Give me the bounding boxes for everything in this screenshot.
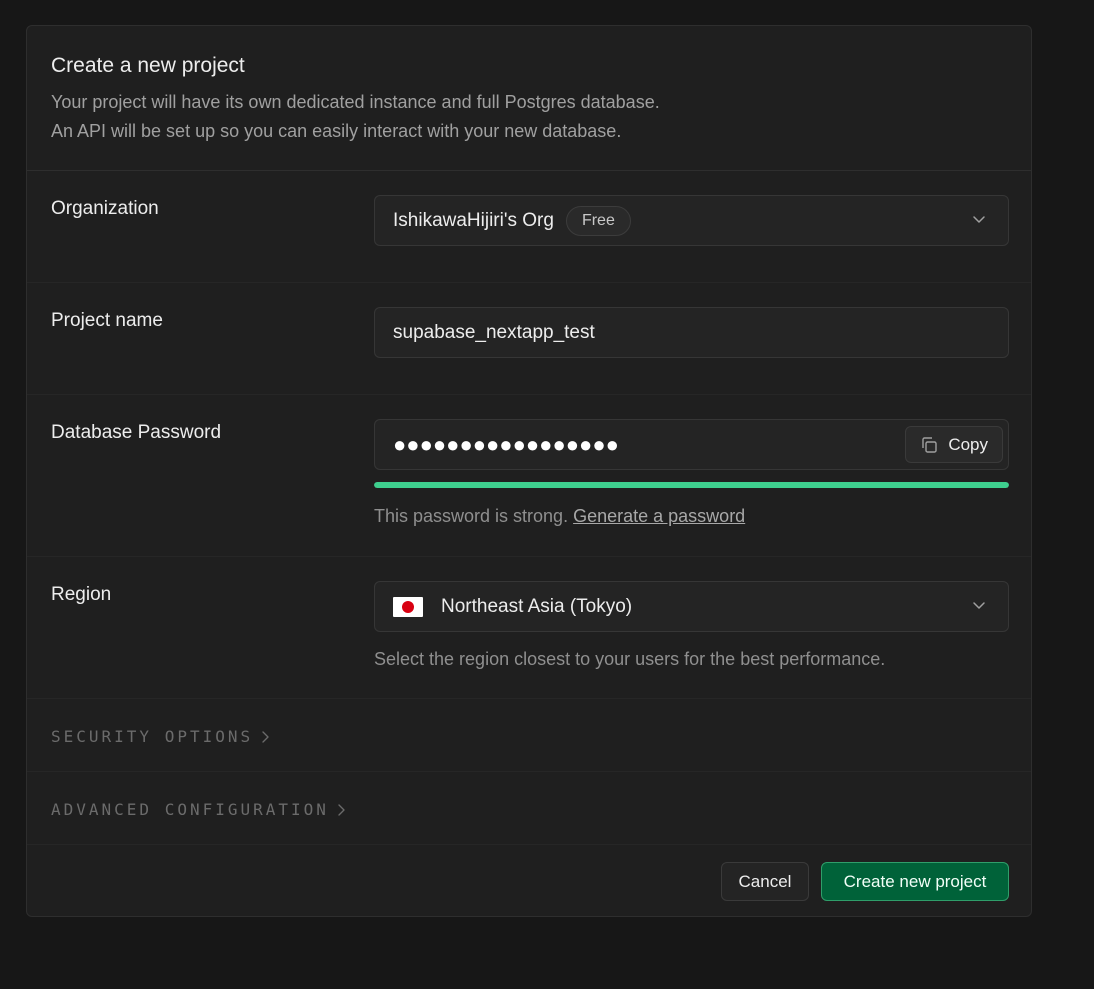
description-line-2: An API will be set up so you can easily …	[51, 121, 622, 141]
database-password-row: Database Password ●●●●●●●●●●●●●●●●● Copy…	[27, 395, 1031, 557]
generate-password-link[interactable]: Generate a password	[573, 506, 745, 526]
card-header: Create a new project Your project will h…	[27, 26, 1031, 171]
region-row: Region Northeast Asia (Tokyo) Select the…	[27, 557, 1031, 699]
security-options-label: SECURITY OPTIONS	[51, 727, 254, 746]
password-strength-help: This password is strong. Generate a pass…	[374, 506, 745, 527]
project-name-label: Project name	[51, 310, 163, 331]
project-name-input[interactable]: supabase_nextapp_test	[374, 307, 1009, 358]
organization-row: Organization IshikawaHijiri's Org Free	[27, 171, 1031, 283]
page-description: Your project will have its own dedicated…	[51, 88, 1007, 146]
card-footer: Cancel Create new project	[27, 845, 1031, 916]
password-masked-value: ●●●●●●●●●●●●●●●●●	[393, 431, 619, 457]
chevron-down-icon	[973, 216, 985, 223]
japan-flag-icon	[393, 596, 423, 617]
chevron-down-icon	[973, 602, 985, 609]
region-label: Region	[51, 584, 112, 605]
password-strength-bar	[374, 482, 1009, 488]
project-name-value: supabase_nextapp_test	[393, 321, 595, 343]
region-value: Northeast Asia (Tokyo)	[441, 595, 633, 617]
region-help: Select the region closest to your users …	[374, 649, 886, 669]
cancel-button[interactable]: Cancel	[721, 862, 809, 901]
plan-badge: Free	[565, 205, 631, 236]
advanced-configuration-section[interactable]: ADVANCED CONFIGURATION	[27, 772, 1031, 845]
security-options-section[interactable]: SECURITY OPTIONS	[27, 699, 1031, 772]
database-password-label: Database Password	[51, 422, 222, 443]
page-title: Create a new project	[51, 54, 245, 77]
copy-label: Copy	[948, 434, 988, 454]
organization-value: IshikawaHijiri's Org	[393, 209, 554, 231]
copy-password-button[interactable]: Copy	[905, 426, 1003, 463]
create-project-card: Create a new project Your project will h…	[26, 25, 1032, 917]
region-select[interactable]: Northeast Asia (Tokyo)	[374, 581, 1009, 632]
advanced-configuration-toggle[interactable]: ADVANCED CONFIGURATION	[51, 800, 347, 819]
copy-icon	[922, 436, 938, 453]
organization-select[interactable]: IshikawaHijiri's Org Free	[374, 195, 1009, 246]
project-name-row: Project name supabase_nextapp_test	[27, 283, 1031, 395]
create-project-button[interactable]: Create new project	[821, 862, 1009, 901]
password-strength-fill	[374, 482, 1009, 488]
password-strength-text: This password is strong.	[374, 506, 569, 526]
chevron-right-icon	[338, 803, 345, 816]
organization-label: Organization	[51, 198, 159, 219]
security-options-toggle[interactable]: SECURITY OPTIONS	[51, 727, 271, 746]
description-line-1: Your project will have its own dedicated…	[51, 92, 660, 112]
advanced-configuration-label: ADVANCED CONFIGURATION	[51, 800, 329, 819]
database-password-input[interactable]: ●●●●●●●●●●●●●●●●● Copy	[374, 419, 1009, 470]
chevron-right-icon	[262, 730, 269, 743]
